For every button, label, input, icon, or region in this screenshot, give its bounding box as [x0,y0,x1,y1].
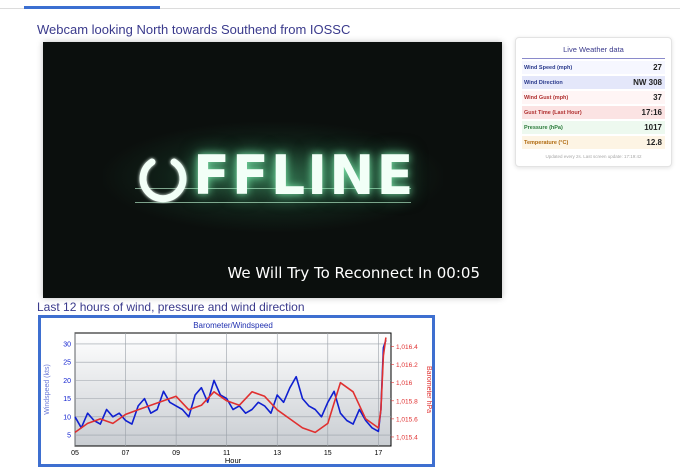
x-tick-label: 15 [324,450,332,457]
weather-label: Pressure (hPa) [524,124,563,131]
x-axis-label: Hour [225,456,242,464]
y-left-tick-label: 5 [67,433,71,440]
y-right-tick-label: 1,016.2 [396,362,418,369]
weather-row-gust-time: Gust Time (Last Hour) 17:16 [522,106,665,119]
y-right-tick-label: 1,015.6 [396,416,418,423]
weather-update-note: Updated every 2s. Last screen update: 17… [545,154,642,159]
chart-title: Barometer/Windspeed [193,321,273,330]
y-right-tick-label: 1,016 [396,380,413,387]
y-right-tick-label: 1,015.8 [396,398,418,405]
weather-card-title: Live Weather data [522,45,665,59]
weather-row-temperature: Temperature (°C) 12.8 [522,136,665,149]
offline-banner: FFLINE [135,146,415,206]
webcam-title: Webcam looking North towards Southend fr… [37,22,351,37]
weather-label: Wind Direction [524,79,563,86]
y-right-tick-label: 1,016.4 [396,344,418,351]
x-tick-label: 09 [172,450,180,457]
power-icon [139,150,187,203]
weather-value: 27 [653,63,662,72]
weather-value: 12.8 [646,138,662,147]
offline-text: FFLINE [193,144,416,207]
reconnect-countdown: We Will Try To Reconnect In 00:05 [227,264,480,282]
webcam-image[interactable]: FFLINE We Will Try To Reconnect In 00:05 [43,42,502,298]
y-left-tick-label: 20 [63,378,71,385]
weather-label: Temperature (°C) [524,139,569,146]
live-weather-card: Live Weather data Wind Speed (mph) 27 Wi… [515,37,672,167]
y-left-axis-label: Windspeed (kts) [44,364,51,415]
weather-row-wind-direction: Wind Direction NW 308 [522,76,665,89]
x-tick-label: 05 [71,450,79,457]
y-left-tick-label: 15 [63,396,71,403]
chart-svg: Barometer/Windspeed05 07 09 11 13 15 175101520… [44,321,432,465]
weather-value: 37 [653,93,662,102]
weather-label: Wind Gust (mph) [524,94,569,101]
weather-label: Gust Time (Last Hour) [524,109,582,116]
x-tick-label: 13 [273,450,281,457]
y-right-axis-label: Barometer hPa [425,366,432,413]
weather-row-wind-gust: Wind Gust (mph) 37 [522,91,665,104]
y-left-tick-label: 10 [63,414,71,421]
graph-section-title: Last 12 hours of wind, pressure and wind… [37,300,305,314]
y-right-tick-label: 1,015.4 [396,434,418,441]
weather-row-pressure: Pressure (hPa) 1017 [522,121,665,134]
y-left-tick-label: 25 [63,360,71,367]
top-nav-bar [0,0,680,10]
weather-value: 1017 [644,123,662,132]
weather-row-wind-speed: Wind Speed (mph) 27 [522,61,665,74]
active-tab-indicator[interactable] [24,6,160,9]
plot-area [74,332,392,447]
weather-value: NW 308 [633,78,662,87]
y-left-tick-label: 30 [63,341,71,348]
x-tick-label: 17 [374,450,382,457]
x-tick-label: 07 [122,450,130,457]
weather-label: Wind Speed (mph) [524,64,573,71]
wind-pressure-graph[interactable]: Barometer/Windspeed 05 07 09 11 13 15 17 5 10 15 20… [38,315,435,467]
weather-value: 17:16 [641,108,662,117]
